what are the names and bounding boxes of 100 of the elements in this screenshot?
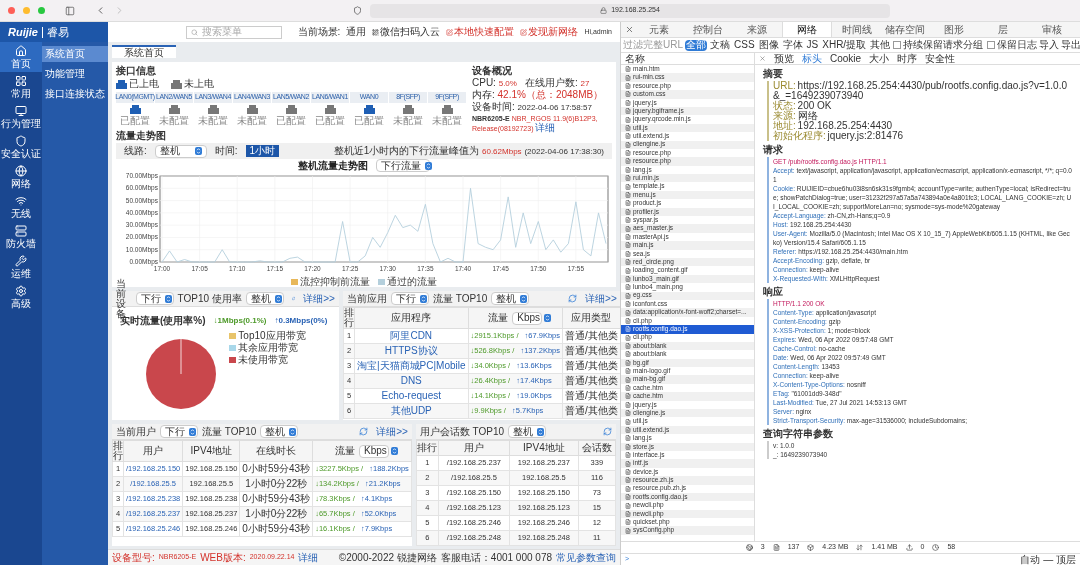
faq-link[interactable]: 常见参数查询 <box>556 552 616 563</box>
table-cell: HTTPS协议 <box>354 343 468 359</box>
type-filter[interactable]: CSS <box>733 39 756 51</box>
select-field[interactable]: 整机 <box>260 425 299 438</box>
select-field[interactable]: 下行 <box>135 292 174 305</box>
scene-label: 当前场景: <box>297 27 341 37</box>
select-field[interactable]: 下行 <box>390 292 429 305</box>
devtools-tab[interactable]: 层 <box>979 22 1028 37</box>
type-filter[interactable]: 文稿 <box>709 39 731 51</box>
detail-link[interactable]: 详细>> <box>376 426 408 437</box>
nav-item[interactable]: 首页 <box>0 42 42 72</box>
select-field[interactable]: 下行 <box>160 425 198 438</box>
refresh-icon[interactable] <box>603 427 612 436</box>
devtools-tab[interactable]: 控制台 <box>683 22 732 37</box>
checkbox[interactable] <box>893 41 902 49</box>
panel-title: 用户会话数 TOP10 <box>419 426 505 437</box>
refresh-icon[interactable] <box>568 294 578 303</box>
context-selector[interactable]: 自动 — 顶层 <box>1020 554 1076 565</box>
caret-icon <box>189 427 196 436</box>
header-line: 来源: 网络 <box>773 111 819 121</box>
detail-link[interactable]: 详细>> <box>585 293 617 304</box>
nav-item[interactable]: 防火墙 <box>0 222 42 252</box>
checkbox-label: 持续保留请求分组 <box>903 40 984 50</box>
column-header: 用户 <box>438 440 510 456</box>
select-field[interactable]: 整机 <box>491 292 530 305</box>
close-window-icon[interactable] <box>8 7 15 14</box>
section-title: 查询字符串参数 <box>763 429 834 439</box>
refresh-icon[interactable] <box>291 294 296 303</box>
header-line: 地址: 192.168.25.254:4430 <box>773 121 894 131</box>
type-filter[interactable]: 字体 <box>781 39 804 51</box>
column-header: 应用程序 <box>354 307 468 329</box>
submenu-item[interactable]: 功能管理 <box>42 66 108 82</box>
detail-link[interactable]: 详细 <box>298 552 319 563</box>
edit-icon <box>520 28 528 36</box>
nav-item[interactable]: 高级 <box>0 282 42 312</box>
type-filter[interactable]: 其他 <box>869 39 892 51</box>
type-filter[interactable]: 全部 <box>685 39 707 51</box>
close-icon[interactable] <box>759 55 766 62</box>
devtools-tab[interactable]: 元素 <box>635 22 683 37</box>
select-field[interactable]: 下行流量 <box>376 159 430 172</box>
nav-item[interactable]: 网络 <box>0 162 42 192</box>
nav-item[interactable]: 安全认证 <box>0 132 42 162</box>
export-button[interactable]: 导出 <box>1061 40 1080 50</box>
type-filter[interactable]: JS <box>805 39 820 51</box>
detail-tab[interactable]: 预览 <box>774 53 794 64</box>
select-field[interactable]: 整机 <box>508 425 547 438</box>
time-label: 时间: <box>214 146 238 156</box>
detail-tab[interactable]: 大小 <box>869 53 890 64</box>
detail-link[interactable]: 详细>> <box>303 293 335 304</box>
select-field[interactable]: 整机 <box>245 292 284 305</box>
logo: Ruijie 睿易 <box>0 22 108 42</box>
header-line: 状态: 200 OK <box>773 101 832 111</box>
devtools-tab[interactable]: 来源 <box>732 22 781 37</box>
detail-link[interactable]: 详细 <box>535 122 556 133</box>
legend-item: 流控抑制前流量 <box>291 276 370 287</box>
table-cell: 普通/其他类 <box>562 343 621 359</box>
model-label: 设备型号: <box>112 552 155 563</box>
devtools-tab[interactable]: 时间线 <box>832 22 881 37</box>
submenu-item[interactable]: 接口连接状态 <box>42 86 108 102</box>
devtools-tab[interactable]: 图形 <box>930 22 979 37</box>
section-title: 设备概况 <box>472 66 513 76</box>
table-cell: 普通/其他类 <box>562 328 621 344</box>
devtools-tab[interactable]: 审核 <box>1028 22 1076 37</box>
import-button[interactable]: 导入 <box>1039 40 1060 50</box>
devtools-tab[interactable]: 储存空间 <box>881 22 930 37</box>
time-range-button[interactable]: 1小时 <box>245 145 280 157</box>
memory-usage: 内存: 42.1%（总：2048MB） <box>472 90 605 100</box>
minimize-window-icon[interactable] <box>23 7 30 14</box>
detail-tab[interactable]: Cookie <box>830 53 862 64</box>
online-users: 在线用户数: 27 <box>524 78 590 88</box>
nav-item[interactable]: 常用 <box>0 72 42 102</box>
detail-tab[interactable]: 时序 <box>897 53 918 64</box>
refresh-icon[interactable] <box>359 427 369 436</box>
select-field[interactable]: 整机 <box>154 144 207 158</box>
detail-tab[interactable]: 标头 <box>802 53 822 64</box>
submenu-item[interactable]: 系统首页 <box>42 46 108 62</box>
nav-item[interactable]: 运维 <box>0 252 42 282</box>
file-icon <box>625 234 631 240</box>
type-filter[interactable]: XHR/提取 <box>821 39 868 51</box>
sidebar-icon[interactable] <box>65 5 75 16</box>
discover-network-link[interactable]: 发现新网络 <box>520 27 579 37</box>
zoom-window-icon[interactable] <box>38 7 45 14</box>
nav-item[interactable]: 行为管理 <box>0 102 42 132</box>
table-cell: 普通/其他类 <box>562 373 621 389</box>
qr-icon <box>372 28 380 36</box>
devtools-tab[interactable]: 网络 <box>781 22 832 37</box>
detail-tab[interactable]: 安全性 <box>925 53 956 64</box>
port-status: 已配置 <box>276 116 306 126</box>
section-title: 响应 <box>763 287 784 297</box>
checkbox[interactable] <box>987 41 996 49</box>
page-tab[interactable]: 系统首页 <box>112 45 176 58</box>
close-icon[interactable] <box>625 25 634 34</box>
type-filter[interactable]: 图像 <box>757 39 780 51</box>
table-cell: 0小时59分43秒 <box>239 461 313 477</box>
table-cell: 0小时59分43秒 <box>239 491 313 507</box>
nav-icon <box>15 285 27 297</box>
quick-config-link[interactable]: 本地快速配置 <box>446 27 515 37</box>
caret-icon <box>537 427 545 436</box>
nav-item[interactable]: 无线 <box>0 192 42 222</box>
wechat-cloud-link[interactable]: 微信扫码入云 <box>372 27 441 37</box>
